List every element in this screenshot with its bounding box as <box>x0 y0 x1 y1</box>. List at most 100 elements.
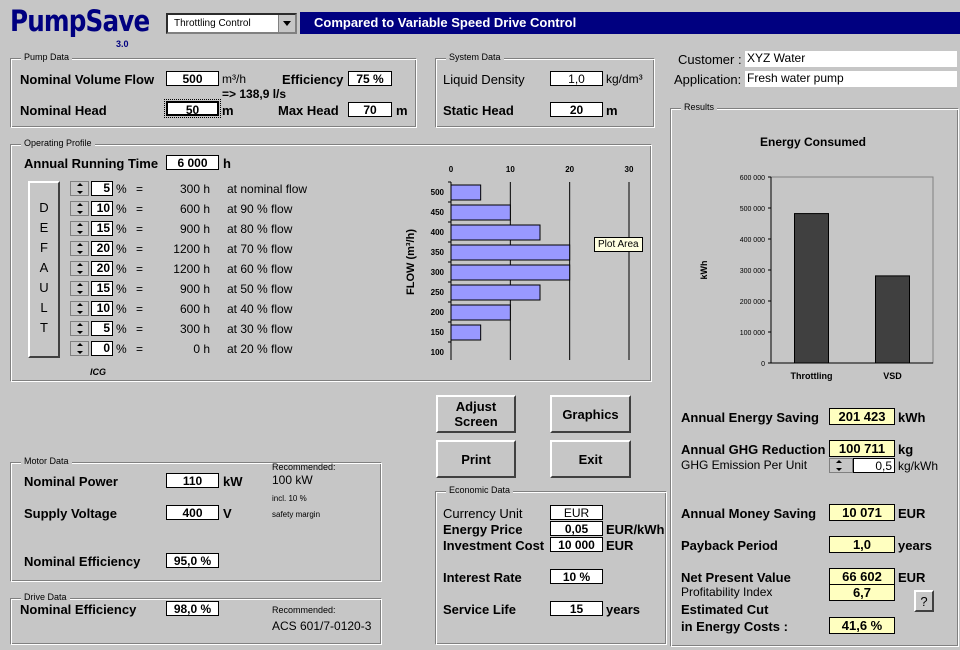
payback-label: Payback Period <box>681 538 778 553</box>
cut-value: 41,6 % <box>829 617 895 634</box>
percent-spinner[interactable] <box>70 261 89 276</box>
motor-eff-input[interactable]: 95,0 % <box>166 553 219 568</box>
investment-input[interactable]: 10 000 <box>550 537 603 552</box>
efficiency-input[interactable]: 75 % <box>348 71 392 86</box>
percent-input[interactable]: 15 <box>91 221 113 236</box>
percent-spinner[interactable] <box>70 281 89 296</box>
volume-flow-input[interactable]: 500 <box>166 71 219 86</box>
percent-spinner[interactable] <box>70 301 89 316</box>
percent-symbol: % <box>116 282 127 296</box>
ghg-factor-label: GHG Emission Per Unit <box>681 458 808 472</box>
hours-value: 300 h <box>179 182 210 196</box>
percent-spinner[interactable] <box>70 321 89 336</box>
energy-price-input[interactable]: 0,05 <box>550 521 603 536</box>
app-version: 3.0 <box>116 39 129 49</box>
currency-input[interactable]: EUR <box>550 505 603 520</box>
plot-area-tooltip: Plot Area <box>594 237 643 252</box>
motor-power-input[interactable]: 110 <box>166 473 219 488</box>
drive-eff-input[interactable]: 98,0 % <box>166 601 219 616</box>
head-input[interactable]: 50 <box>164 99 221 118</box>
percent-input[interactable]: 10 <box>91 201 113 216</box>
percent-input[interactable]: 0 <box>91 341 113 356</box>
ghg-unit: kg <box>898 442 914 457</box>
adjust-screen-button[interactable]: Adjust Screen <box>436 395 516 433</box>
mode-select[interactable]: Throttling Control <box>166 13 297 34</box>
percent-spinner[interactable] <box>70 181 89 196</box>
percent-symbol: % <box>116 222 127 236</box>
hours-value: 1200 h <box>173 262 210 276</box>
flow-bar <box>450 324 482 341</box>
equals-symbol: = <box>136 322 144 336</box>
service-life-input[interactable]: 15 <box>550 601 603 616</box>
npv-value: 66 602 <box>829 568 895 585</box>
print-button[interactable]: Print <box>436 440 516 478</box>
default-button[interactable]: DEFAULT <box>28 181 60 358</box>
motor-power-unit: kW <box>223 474 243 489</box>
chevron-down-icon[interactable] <box>278 15 295 32</box>
hours-value: 600 h <box>179 202 210 216</box>
flow-level-label: at 90 % flow <box>227 202 293 216</box>
interest-input[interactable]: 10 % <box>550 569 603 584</box>
percent-symbol: % <box>116 322 127 336</box>
max-head-input[interactable]: 70 <box>348 102 392 117</box>
y-tick-label: 500 <box>431 188 445 197</box>
energy-chart: Energy Consumed 600 000 500 000 400 000 300 … <box>675 128 955 388</box>
mode-select-value: Throttling Control <box>174 18 251 29</box>
flow-level-label: at 30 % flow <box>227 322 293 336</box>
static-head-input[interactable]: 20 <box>550 102 603 117</box>
payback-value: 1,0 <box>829 536 895 553</box>
application-label: Application: <box>674 72 742 87</box>
percent-input[interactable]: 20 <box>91 241 113 256</box>
flow-bar <box>450 264 571 281</box>
customer-field[interactable]: XYZ Water <box>745 51 957 67</box>
group-title: Results <box>681 102 718 112</box>
equals-symbol: = <box>136 222 144 236</box>
exit-button[interactable]: Exit <box>550 440 631 478</box>
running-time-input[interactable]: 6 000 <box>166 155 219 170</box>
money-saving-unit: EUR <box>898 506 926 521</box>
hours-value: 300 h <box>179 322 210 336</box>
x-tick-label: 20 <box>565 165 574 174</box>
x-tick-label: 0 <box>449 165 454 174</box>
percent-spinner[interactable] <box>70 201 89 216</box>
equals-symbol: = <box>136 342 144 356</box>
flow-level-label: at 50 % flow <box>227 282 293 296</box>
y-tick-label: 300 <box>431 268 445 277</box>
application-field[interactable]: Fresh water pump <box>745 71 957 87</box>
drive-rec-value: ACS 601/7-0120-3 <box>272 619 372 633</box>
ghg-label: Annual GHG Reduction <box>681 442 826 457</box>
percent-input[interactable]: 20 <box>91 261 113 276</box>
density-input[interactable]: 1,0 <box>550 71 603 86</box>
graphics-button[interactable]: Graphics <box>550 395 631 433</box>
percent-input[interactable]: 5 <box>91 181 113 196</box>
percent-spinner[interactable] <box>70 221 89 236</box>
y-tick-label: 150 <box>431 328 445 337</box>
adjust-screen-label: Adjust Screen <box>454 399 498 429</box>
hours-value: 900 h <box>179 282 210 296</box>
app-logo: PumpSave <box>10 4 150 38</box>
equals-symbol: = <box>136 182 144 196</box>
flow-level-label: at 60 % flow <box>227 262 293 276</box>
supply-voltage-input[interactable]: 400 <box>166 505 219 520</box>
hours-value: 600 h <box>179 302 210 316</box>
investment-unit: EUR <box>606 538 634 553</box>
density-label: Liquid Density <box>443 72 525 87</box>
motor-rec-note-1: incl. 10 % <box>272 494 307 503</box>
ghg-factor-spinner[interactable] <box>829 458 853 473</box>
banner-title: Compared to Variable Speed Drive Control <box>314 15 577 30</box>
ghg-factor-input[interactable]: 0,5 <box>853 458 895 473</box>
percent-symbol: % <box>116 302 127 316</box>
equals-symbol: = <box>136 202 144 216</box>
percent-input[interactable]: 15 <box>91 281 113 296</box>
percent-input[interactable]: 10 <box>91 301 113 316</box>
cut-label-2: in Energy Costs : <box>681 619 788 634</box>
percent-spinner[interactable] <box>70 341 89 356</box>
percent-spinner[interactable] <box>70 241 89 256</box>
help-button[interactable]: ? <box>914 590 934 612</box>
percent-input[interactable]: 5 <box>91 321 113 336</box>
group-title: Drive Data <box>21 592 70 602</box>
flow-bar <box>450 244 571 261</box>
npv-label: Net Present Value <box>681 570 791 585</box>
percent-symbol: % <box>116 202 127 216</box>
money-saving-value: 10 071 <box>829 504 895 521</box>
